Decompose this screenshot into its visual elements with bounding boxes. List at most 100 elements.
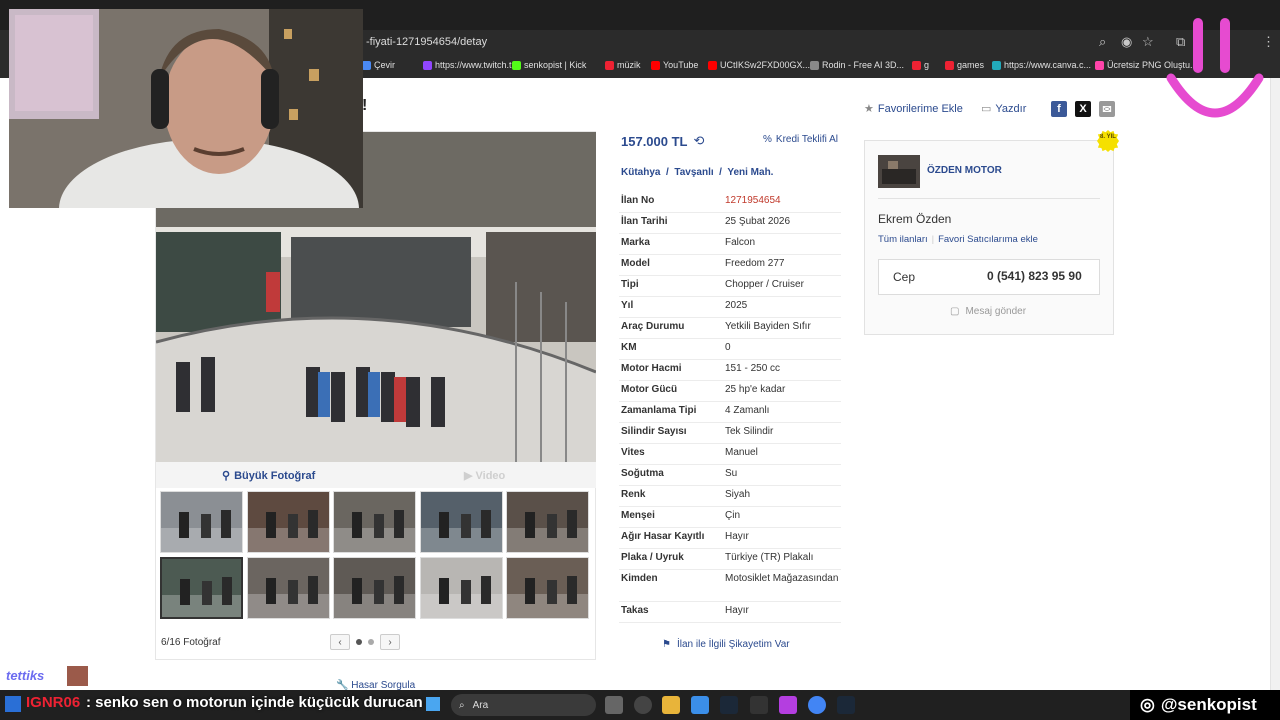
all-listings-link[interactable]: Tüm ilanları: [878, 234, 928, 245]
bookmark-favicon-icon: [605, 60, 614, 70]
spec-key: Kimden: [621, 573, 658, 584]
spec-key: Soğutma: [621, 468, 664, 479]
steam-2-icon[interactable]: [837, 696, 855, 714]
chrome-icon[interactable]: [808, 696, 826, 714]
bookmark-item[interactable]: Çevir: [362, 60, 395, 70]
magnifier-icon: ⚲: [222, 470, 231, 482]
bookmark-favicon-icon: [1095, 60, 1104, 70]
chat-message-user: IGNR06: [26, 694, 81, 711]
url-text[interactable]: -fiyati-1271954654/detay: [366, 36, 487, 48]
spec-value: Yetkili Bayiden Sıfır: [725, 321, 811, 332]
taskview-icon[interactable]: [605, 696, 623, 714]
start-icon[interactable]: [426, 697, 440, 711]
eye-off-icon[interactable]: ◉: [1121, 34, 1132, 50]
spec-row: Ağır Hasar Kayıtlı Hayır: [619, 527, 841, 549]
phone-label: Cep: [893, 270, 916, 284]
spec-value[interactable]: 1271954654: [725, 195, 841, 207]
credit-offer-label: Kredi Teklifi Al: [775, 134, 838, 145]
app-icon[interactable]: [779, 696, 797, 714]
favorite-seller-link[interactable]: Favori Satıcılarıma ekle: [938, 234, 1038, 245]
chat-message: : senko sen o motorun içinde küçücük dur…: [86, 694, 423, 711]
bookmark-item[interactable]: g: [912, 60, 929, 70]
spec-row: Motor Gücü 25 hp'e kadar: [619, 380, 841, 402]
file-explorer-icon[interactable]: [662, 696, 680, 714]
x-share-icon[interactable]: X: [1075, 101, 1091, 117]
video-button[interactable]: ▶ Video: [464, 469, 505, 482]
spec-row: Motor Hacmi 151 - 250 cc: [619, 359, 841, 381]
bookmark-item[interactable]: YouTube: [651, 60, 698, 70]
bookmark-label: Rodin - Free AI 3D...: [822, 60, 905, 70]
photo-thumbnail[interactable]: [160, 557, 243, 619]
instagram-handle: ◎ @senkopist: [1130, 690, 1280, 720]
spec-row: İlan Tarihi 25 Şubat 2026: [619, 212, 841, 234]
credit-offer-link[interactable]: % Kredi Teklifi Al: [763, 134, 838, 145]
spec-key: Marka: [621, 237, 650, 248]
favorites-link[interactable]: ★ Favorilerime Ekle: [864, 102, 963, 116]
spec-value: 0: [725, 342, 731, 353]
spec-key: Araç Durumu: [621, 321, 685, 332]
photo-thumbnail[interactable]: [246, 557, 330, 619]
spec-row: Silindir Sayısı Tek Silindir: [619, 422, 841, 444]
photo-thumbnail[interactable]: [333, 557, 416, 619]
print-link[interactable]: ▭ Yazdır: [981, 102, 1027, 116]
email-share-icon[interactable]: ✉: [1099, 101, 1115, 117]
spec-row: Soğutma Su: [619, 464, 841, 486]
zoom-icon[interactable]: ⌕: [1099, 34, 1106, 50]
photo-thumbnail[interactable]: [160, 491, 243, 553]
big-photo-button[interactable]: ⚲ Büyük Fotoğraf: [222, 469, 315, 483]
bookmark-item[interactable]: https://www.twitch.t...: [423, 60, 519, 70]
store-name[interactable]: ÖZDEN MOTOR: [927, 165, 1002, 176]
photo-thumbnail[interactable]: [419, 557, 503, 619]
print-label: Yazdır: [995, 102, 1027, 115]
spec-key: Ağır Hasar Kayıtlı: [621, 531, 705, 542]
percent-icon: %: [763, 134, 772, 145]
spec-value: Tek Silindir: [725, 426, 774, 437]
bookmark-item[interactable]: Rodin - Free AI 3D...: [810, 60, 904, 70]
store-icon[interactable]: [691, 696, 709, 714]
steam-icon[interactable]: [720, 696, 738, 714]
widgets-icon[interactable]: [634, 696, 652, 714]
prev-page-button[interactable]: ‹: [330, 634, 350, 650]
page-dot-2[interactable]: [368, 639, 374, 645]
bookmark-item[interactable]: senkopist | Kick: [512, 60, 586, 70]
spec-value: Manuel: [725, 447, 758, 458]
bookmark-favicon-icon: [423, 60, 432, 70]
bookmark-item[interactable]: müzik: [605, 60, 641, 70]
bookmark-item[interactable]: https://www.canva.c...: [992, 60, 1091, 70]
send-message-button[interactable]: ▢ Mesaj gönder: [950, 306, 1026, 317]
facebook-share-icon[interactable]: f: [1051, 101, 1067, 117]
spec-key: Zamanlama Tipi: [621, 405, 697, 416]
spec-value: Siyah: [725, 489, 751, 500]
spec-value: Hayır: [725, 531, 749, 542]
epic-games-icon[interactable]: [750, 696, 768, 714]
report-label: İlan ile İlgili Şikayetim Var: [676, 639, 790, 650]
photo-thumbnail[interactable]: [419, 491, 503, 553]
spec-key: Model: [621, 258, 650, 269]
spec-key: İlan Tarihi: [621, 216, 668, 227]
phone-number[interactable]: 0 (541) 823 95 90: [987, 269, 1082, 283]
windows-start-icon[interactable]: [5, 696, 21, 712]
bookmark-label: https://www.twitch.t...: [435, 60, 520, 70]
location-breadcrumb[interactable]: Kütahya / Tavşanlı / Yeni Mah.: [621, 167, 773, 178]
photo-thumbnail[interactable]: [246, 491, 330, 553]
report-link[interactable]: ⚑ İlan ile İlgili Şikayetim Var: [662, 639, 790, 650]
store-logo[interactable]: [878, 155, 920, 188]
bookmark-item[interactable]: UCtIKSw2FXD00GX...: [708, 60, 810, 70]
spec-row: Kimden Motosiklet Mağazasından: [619, 569, 841, 602]
bookmark-item[interactable]: games: [945, 60, 984, 70]
photo-thumbnail[interactable]: [506, 557, 589, 619]
favorites-label: Favorilerime Ekle: [877, 102, 963, 115]
price-value: 157.000 TL: [621, 133, 688, 149]
photo-thumbnail[interactable]: [506, 491, 589, 553]
history-icon[interactable]: ⟲: [694, 133, 705, 149]
spec-value: Falcon: [725, 237, 756, 248]
taskbar-search[interactable]: ⌕ Ara: [451, 694, 596, 716]
scrollbar[interactable]: [1270, 78, 1280, 690]
page-dot-1[interactable]: [356, 639, 362, 645]
spec-key: Silindir Sayısı: [621, 426, 687, 437]
bookmark-label: senkopist | Kick: [524, 60, 587, 70]
photo-thumbnail[interactable]: [333, 491, 416, 553]
spec-key: Motor Gücü: [621, 384, 678, 395]
next-page-button[interactable]: ›: [380, 634, 400, 650]
star-icon[interactable]: ☆: [1142, 34, 1154, 50]
